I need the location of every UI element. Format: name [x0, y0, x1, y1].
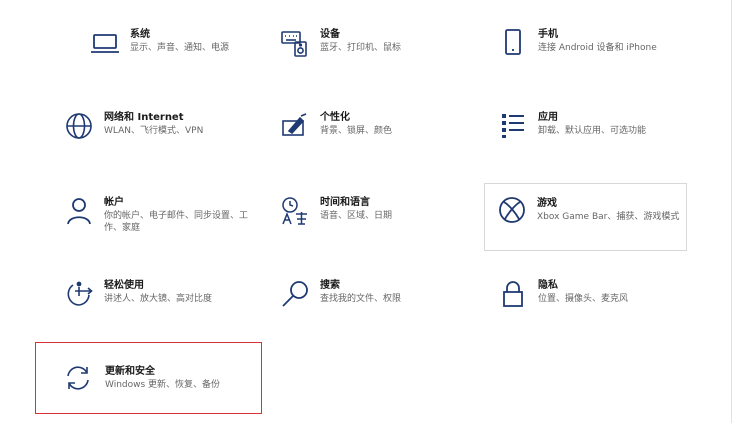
tile-description: 显示、声音、通知、电源 [130, 43, 230, 53]
tile-title: 个性化 [320, 112, 350, 123]
tile-gaming[interactable]: 游戏 Xbox Game Bar、捕获、游戏模式 [484, 183, 687, 251]
tile-title: 轻松使用 [104, 280, 144, 291]
tile-title: 帐户 [104, 197, 124, 208]
tile-title: 游戏 [537, 198, 557, 209]
tile-ease-of-access[interactable]: 轻松使用 讲述人、放大镜、高对比度 [50, 279, 260, 323]
phone-icon [498, 28, 528, 58]
tile-description: 卸载、默认应用、可选功能 [538, 126, 647, 136]
sync-arrows-icon [63, 363, 93, 393]
tile-time-language[interactable]: 时间和语言 语音、区域、日期 [266, 196, 466, 240]
tile-title: 手机 [538, 29, 558, 40]
tile-description: 你的帐户、电子邮件、同步设置、工作、家庭 [104, 211, 249, 233]
tile-apps[interactable]: 应用 卸载、默认应用、可选功能 [484, 111, 694, 155]
tile-description: 讲述人、放大镜、高对比度 [104, 294, 213, 304]
tile-description: Windows 更新、恢复、备份 [105, 380, 221, 390]
apps-list-icon [498, 111, 528, 141]
tile-personalization[interactable]: 个性化 背景、锁屏、颜色 [266, 111, 466, 155]
settings-home: 系统 显示、声音、通知、电源 设备 蓝牙、打印机、鼠标 手机 连接 Androi… [0, 0, 738, 423]
tile-system[interactable]: 系统 显示、声音、通知、电源 [76, 28, 266, 72]
tile-description: 位置、摄像头、麦克风 [538, 294, 629, 304]
tile-search[interactable]: 搜索 查找我的文件、权限 [266, 279, 466, 323]
paint-brush-icon [280, 111, 310, 141]
tile-description: 背景、锁屏、颜色 [320, 126, 393, 136]
tile-title: 应用 [538, 112, 558, 123]
xbox-icon [497, 195, 527, 225]
tile-title: 更新和安全 [105, 366, 155, 377]
tile-privacy[interactable]: 隐私 位置、摄像头、麦克风 [484, 279, 694, 323]
tile-description: 语音、区域、日期 [320, 211, 393, 221]
tile-phone[interactable]: 手机 连接 Android 设备和 iPhone [484, 28, 694, 72]
tile-network[interactable]: 网络和 Internet WLAN、飞行模式、VPN [50, 111, 260, 155]
tile-title: 搜索 [320, 280, 340, 291]
tile-update-security[interactable]: 更新和安全 Windows 更新、恢复、备份 [35, 342, 262, 414]
tile-devices[interactable]: 设备 蓝牙、打印机、鼠标 [266, 28, 466, 72]
ease-of-access-icon [64, 279, 94, 309]
scroll-edge-divider [731, 0, 732, 423]
laptop-icon [90, 28, 120, 58]
person-icon [64, 196, 94, 226]
tile-description: WLAN、飞行模式、VPN [104, 126, 204, 136]
tile-description: 蓝牙、打印机、鼠标 [320, 43, 402, 53]
tile-accounts[interactable]: 帐户 你的帐户、电子邮件、同步设置、工作、家庭 [50, 196, 260, 240]
time-language-icon [280, 196, 310, 226]
globe-icon [64, 111, 94, 141]
tile-title: 设备 [320, 29, 340, 40]
tile-description: 查找我的文件、权限 [320, 294, 402, 304]
tile-title: 网络和 Internet [104, 112, 184, 123]
tile-description: Xbox Game Bar、捕获、游戏模式 [537, 212, 680, 222]
tile-title: 时间和语言 [320, 197, 370, 208]
tile-title: 隐私 [538, 280, 558, 291]
keyboard-speaker-icon [280, 28, 310, 58]
search-icon [280, 279, 310, 309]
tile-description: 连接 Android 设备和 iPhone [538, 43, 657, 53]
lock-icon [498, 279, 528, 309]
tile-title: 系统 [130, 29, 150, 40]
